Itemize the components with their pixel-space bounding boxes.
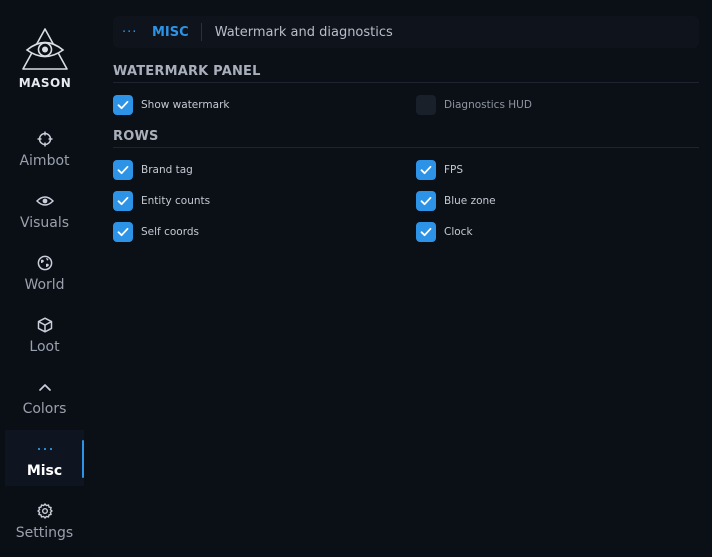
checkbox-diagnostics-hud[interactable]: Diagnostics HUD — [416, 95, 532, 115]
page-title: MISC — [152, 24, 189, 40]
checkbox-label: Brand tag — [141, 164, 193, 176]
check-icon — [117, 165, 129, 175]
sidebar-item-label: Colors — [22, 401, 67, 417]
globe-icon — [36, 254, 54, 272]
checkbox-checked[interactable] — [113, 222, 133, 242]
chevron-up-icon — [36, 378, 54, 396]
check-icon — [117, 227, 129, 237]
app-window: MASON Aimbot Visuals World Loot Colors M… — [0, 0, 712, 557]
checkbox-fps[interactable]: FPS — [416, 160, 463, 180]
box-icon — [36, 316, 54, 334]
check-icon — [117, 100, 129, 110]
sidebar-item-label: Misc — [26, 463, 63, 479]
check-icon — [420, 196, 432, 206]
sidebar-item-visuals[interactable]: Visuals — [5, 182, 84, 238]
checkbox-label: Self coords — [141, 226, 199, 238]
sidebar-item-settings[interactable]: Settings — [5, 492, 84, 548]
checkbox-label: Entity counts — [141, 195, 211, 207]
sidebar-item-world[interactable]: World — [5, 244, 84, 300]
page-subtitle: Watermark and diagnostics — [214, 24, 393, 40]
dots-icon: ··· — [122, 24, 138, 40]
sidebar-item-misc[interactable]: Misc — [5, 430, 84, 486]
dots-icon — [36, 440, 54, 458]
gear-icon — [36, 502, 54, 520]
check-icon — [420, 227, 432, 237]
checkbox-label: Show watermark — [141, 99, 230, 111]
checkbox-unchecked[interactable] — [416, 95, 436, 115]
checkbox-self-coords[interactable]: Self coords — [113, 222, 199, 242]
check-icon — [420, 165, 432, 175]
sidebar-item-label: Settings — [15, 525, 74, 541]
brand-name: MASON — [18, 76, 72, 90]
all-seeing-eye-icon — [22, 28, 68, 70]
section-title-rows: ROWS — [113, 129, 159, 144]
section-divider — [113, 147, 699, 148]
sidebar-item-label: Visuals — [19, 215, 70, 231]
checkbox-checked[interactable] — [113, 95, 133, 115]
eye-icon — [35, 192, 54, 210]
sidebar-item-label: World — [24, 277, 65, 293]
checkbox-brand-tag[interactable]: Brand tag — [113, 160, 193, 180]
crosshair-icon — [36, 130, 54, 148]
checkbox-blue-zone[interactable]: Blue zone — [416, 191, 496, 211]
sidebar-item-label: Loot — [29, 339, 60, 355]
header-divider — [200, 23, 202, 41]
check-icon — [117, 196, 129, 206]
checkbox-checked[interactable] — [416, 160, 436, 180]
checkbox-entity-counts[interactable]: Entity counts — [113, 191, 210, 211]
sidebar-item-aimbot[interactable]: Aimbot — [5, 120, 84, 176]
checkbox-label: Blue zone — [444, 195, 496, 207]
sidebar-item-colors[interactable]: Colors — [5, 368, 84, 424]
sidebar: MASON Aimbot Visuals World Loot Colors M… — [0, 0, 90, 557]
checkbox-show-watermark[interactable]: Show watermark — [113, 95, 229, 115]
checkbox-checked[interactable] — [416, 191, 436, 211]
sidebar-item-loot[interactable]: Loot — [5, 306, 84, 362]
section-title-watermark-panel: WATERMARK PANEL — [113, 64, 261, 79]
sidebar-item-label: Aimbot — [19, 153, 70, 169]
checkbox-checked[interactable] — [113, 160, 133, 180]
checkbox-label: Clock — [444, 226, 473, 238]
checkbox-label: Diagnostics HUD — [444, 99, 532, 111]
brand-logo: MASON — [0, 26, 90, 96]
section-divider — [113, 82, 699, 83]
checkbox-checked[interactable] — [113, 191, 133, 211]
checkbox-clock[interactable]: Clock — [416, 222, 473, 242]
checkbox-label: FPS — [444, 164, 464, 176]
checkbox-checked[interactable] — [416, 222, 436, 242]
page-header: ··· MISC Watermark and diagnostics — [113, 16, 699, 48]
